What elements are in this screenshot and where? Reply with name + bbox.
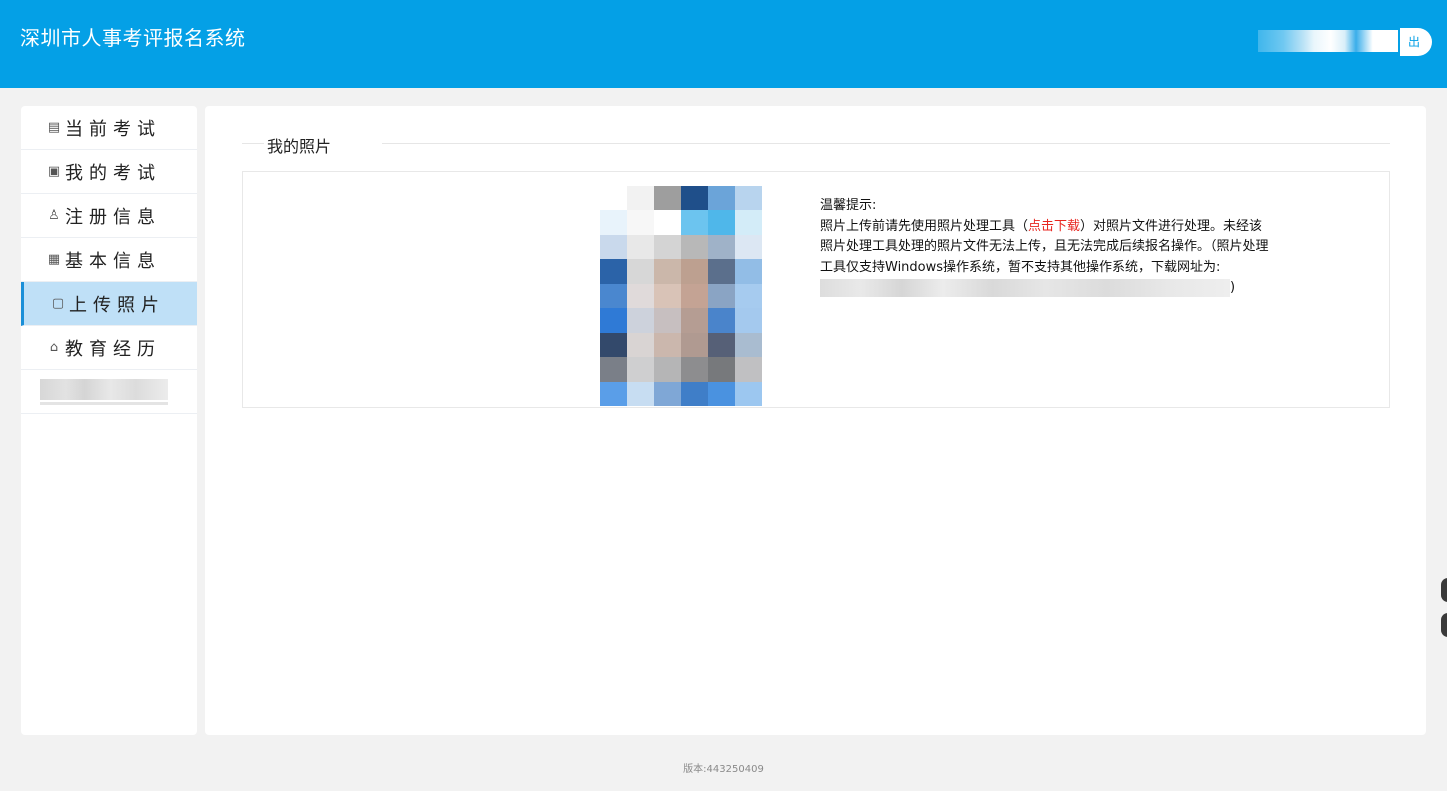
photo-mosaic-block	[708, 332, 735, 358]
top-bar: 深圳市人事考评报名系统 出	[0, 0, 1447, 88]
photo-mosaic-block	[708, 381, 735, 406]
user-name-blurred	[1258, 30, 1398, 52]
photo-mosaic-block	[735, 210, 762, 235]
photo-mosaic-block	[681, 210, 708, 235]
photo-mosaic-block	[600, 283, 627, 309]
photo-mosaic-block	[627, 381, 654, 406]
photo-mosaic-block	[600, 210, 627, 235]
sidebar-item-education[interactable]: ⌂ 教育经历	[21, 326, 197, 370]
photo-mosaic-block	[735, 259, 762, 284]
sidebar-item-label: 上传照片	[69, 294, 165, 316]
photo-mosaic-block	[681, 381, 708, 406]
download-url-line: )	[820, 278, 1270, 299]
photo-mosaic-block	[735, 381, 762, 406]
section-title: 我的照片	[267, 137, 332, 156]
photo-mosaic-block	[735, 357, 762, 382]
photo-mosaic-block	[735, 186, 762, 211]
photo-mosaic-block	[654, 357, 681, 382]
tip-body: 照片上传前请先使用照片处理工具（点击下载）对照片文件进行处理。未经该照片处理工具…	[820, 217, 1270, 279]
sidebar: ▤ 当前考试 ▣ 我的考试 ♙ 注册信息 ▦ 基本信息 ▢ 上传照片 ⌂ 教育经…	[21, 106, 197, 735]
graduation-icon: ⌂	[49, 340, 59, 355]
sidebar-item-registration-info[interactable]: ♙ 注册信息	[21, 194, 197, 238]
photo-mosaic-block	[708, 308, 735, 333]
photo-mosaic-block	[627, 357, 654, 382]
photo-mosaic-block	[600, 186, 627, 211]
divider	[242, 143, 264, 144]
photo-mosaic-block	[681, 357, 708, 382]
photo-mosaic-block	[627, 283, 654, 309]
photo-panel: 温馨提示: 照片上传前请先使用照片处理工具（点击下载）对照片文件进行处理。未经该…	[242, 171, 1390, 408]
photo-mosaic-block	[681, 332, 708, 358]
sidebar-item-label: 教育经历	[65, 338, 161, 360]
user-area[interactable]: 出	[1258, 28, 1432, 56]
photo-mosaic-block	[654, 381, 681, 406]
photo-mosaic-block	[681, 186, 708, 211]
sidebar-item-basic-info[interactable]: ▦ 基本信息	[21, 238, 197, 282]
photo-mosaic-block	[600, 381, 627, 406]
photo-mosaic-block	[654, 234, 681, 260]
photo-mosaic-block	[654, 332, 681, 358]
photo-mosaic-block	[681, 308, 708, 333]
photo-mosaic-block	[654, 259, 681, 284]
photo-mosaic-block	[735, 332, 762, 358]
photo-mosaic-block	[600, 357, 627, 382]
user-icon: ♙	[48, 208, 60, 223]
photo-mosaic-block	[708, 186, 735, 211]
photo-mosaic-block	[735, 283, 762, 309]
divider	[382, 143, 1390, 144]
photo-mosaic-block	[627, 308, 654, 333]
photo-mosaic-block	[627, 186, 654, 211]
photo-mosaic-block	[708, 357, 735, 382]
upload-tip: 温馨提示: 照片上传前请先使用照片处理工具（点击下载）对照片文件进行处理。未经该…	[820, 196, 1270, 299]
sidebar-item-current-exam[interactable]: ▤ 当前考试	[21, 106, 197, 150]
sidebar-item-label: 基本信息	[65, 250, 161, 272]
photo-mosaic-block	[681, 283, 708, 309]
download-url-blurred[interactable]	[820, 278, 1230, 297]
version-footer: 版本:443250409	[683, 764, 764, 775]
photo-mosaic-block	[681, 234, 708, 260]
photo-mosaic-block	[600, 234, 627, 260]
form-icon: ▦	[47, 252, 61, 267]
photo-mosaic-block	[735, 308, 762, 333]
section-header: 我的照片	[242, 133, 1390, 156]
photo-mosaic-block	[681, 259, 708, 284]
photo-mosaic-block	[600, 308, 627, 333]
floating-button[interactable]	[1441, 613, 1447, 637]
photo-mosaic-block	[708, 259, 735, 284]
sidebar-item-label: 我的考试	[65, 162, 161, 184]
sidebar-item-my-exams[interactable]: ▣ 我的考试	[21, 150, 197, 194]
my-exam-icon: ▣	[47, 164, 61, 179]
user-photo[interactable]	[600, 186, 762, 406]
photo-mosaic-block	[708, 283, 735, 309]
tip-heading: 温馨提示:	[820, 198, 877, 213]
app-title: 深圳市人事考评报名系统	[20, 26, 246, 50]
photo-mosaic-block	[654, 283, 681, 309]
tip-text: 照片上传前请先使用照片处理工具（	[820, 218, 1029, 234]
main-content: 我的照片 温馨提示: 照片上传前请先使用照片处理工具（点击下载）对照片文件进行处…	[205, 106, 1426, 735]
sidebar-item-blurred[interactable]	[21, 370, 197, 414]
photo-mosaic-block	[600, 332, 627, 358]
photo-mosaic-block	[708, 234, 735, 260]
photo-mosaic-block	[654, 210, 681, 235]
photo-mosaic-block	[627, 332, 654, 358]
sidebar-item-label: 当前考试	[65, 118, 161, 140]
photo-mosaic-block	[708, 210, 735, 235]
sidebar-item-label: 注册信息	[65, 206, 161, 228]
photo-mosaic-block	[735, 234, 762, 260]
photo-mosaic-block	[654, 308, 681, 333]
download-tool-link[interactable]: 点击下载	[1028, 219, 1080, 234]
photo-mosaic-block	[627, 259, 654, 284]
floating-button[interactable]	[1441, 578, 1447, 602]
photo-mosaic-block	[654, 186, 681, 211]
sidebar-item-upload-photo[interactable]: ▢ 上传照片	[21, 282, 197, 326]
photo-mosaic-block	[600, 259, 627, 284]
exam-icon: ▤	[47, 120, 61, 135]
photo-mosaic-block	[627, 234, 654, 260]
photo-mosaic-block	[627, 210, 654, 235]
tip-closing: )	[1230, 280, 1236, 295]
photo-icon: ▢	[51, 296, 65, 311]
logout-button[interactable]: 出	[1400, 28, 1432, 56]
